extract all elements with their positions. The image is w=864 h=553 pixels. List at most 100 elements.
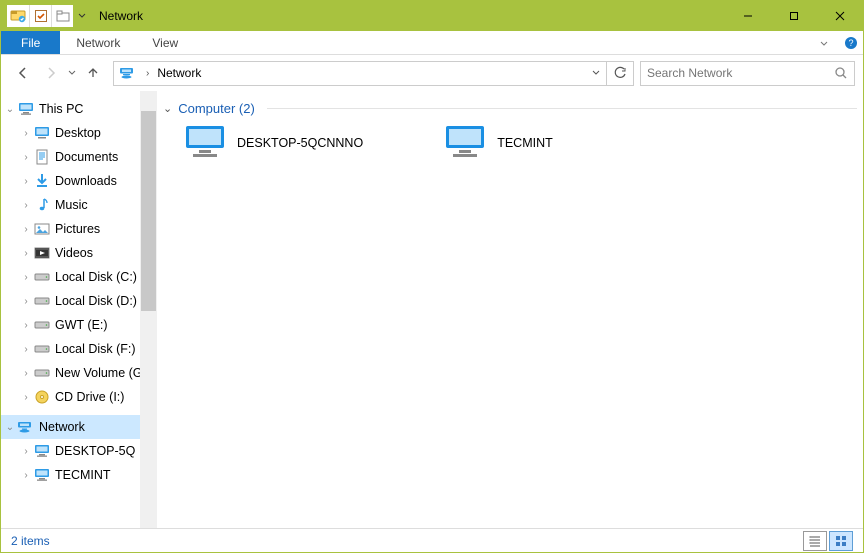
- tree-label: TECMINT: [55, 468, 111, 482]
- chevron-right-icon[interactable]: ›: [19, 200, 33, 211]
- computer-item[interactable]: DESKTOP-5QCNNNO: [183, 124, 363, 162]
- chevron-down-icon[interactable]: ⌄: [3, 422, 17, 433]
- chevron-right-icon[interactable]: ›: [19, 296, 33, 307]
- recent-locations-button[interactable]: [65, 59, 79, 87]
- group-line: [267, 108, 857, 109]
- navigation-bar: › Network: [1, 55, 863, 91]
- tree-label: Local Disk (D:): [55, 294, 137, 308]
- tree-label: Network: [39, 420, 85, 434]
- qat-customize-button[interactable]: [75, 12, 89, 20]
- disk-icon: [33, 319, 51, 331]
- chevron-right-icon[interactable]: ›: [19, 446, 33, 457]
- chevron-down-icon[interactable]: ⌄: [3, 104, 17, 115]
- scrollbar[interactable]: [140, 91, 157, 528]
- tree-item-downloads[interactable]: ›Downloads: [1, 169, 157, 193]
- minimize-button[interactable]: [725, 1, 771, 31]
- refresh-button[interactable]: [607, 61, 634, 86]
- up-button[interactable]: [79, 59, 107, 87]
- tree-label: Local Disk (F:): [55, 342, 136, 356]
- content-pane: ⌄ Computer (2) DESKTOP-5QCNNNO TECMINT: [157, 91, 863, 528]
- tree-label: Desktop: [55, 126, 101, 140]
- close-button[interactable]: [817, 1, 863, 31]
- chevron-right-icon[interactable]: ›: [19, 320, 33, 331]
- tree-item-computer[interactable]: › TECMINT: [1, 463, 157, 487]
- scrollbar-thumb[interactable]: [141, 111, 156, 311]
- chevron-right-icon[interactable]: ›: [19, 344, 33, 355]
- title-bar: Network: [1, 1, 863, 31]
- pictures-icon: [33, 222, 51, 236]
- disk-icon: [33, 343, 51, 355]
- file-menu-label: File: [21, 36, 40, 50]
- tree-item-cd-drive[interactable]: ›CD Drive (I:): [1, 385, 157, 409]
- tree-item-videos[interactable]: › Videos: [1, 241, 157, 265]
- chevron-right-icon[interactable]: ›: [19, 392, 33, 403]
- window-title: Network: [99, 9, 143, 23]
- pc-icon: [33, 444, 51, 458]
- tree-label: Pictures: [55, 222, 100, 236]
- chevron-right-icon[interactable]: ›: [19, 470, 33, 481]
- chevron-right-icon[interactable]: ›: [19, 248, 33, 259]
- address-history-button[interactable]: [586, 69, 606, 77]
- tab-network[interactable]: Network: [60, 31, 136, 54]
- videos-icon: [33, 246, 51, 260]
- ribbon-expand-button[interactable]: [809, 31, 839, 54]
- status-text: 2 items: [11, 534, 50, 548]
- app-icon[interactable]: [7, 5, 29, 27]
- computer-item[interactable]: TECMINT: [443, 124, 553, 162]
- tree-item-disk-c[interactable]: › Local Disk (C:): [1, 265, 157, 289]
- chevron-down-icon[interactable]: ⌄: [163, 102, 172, 115]
- chevron-right-icon[interactable]: ›: [19, 176, 33, 187]
- tree-item-disk-d[interactable]: › Local Disk (D:): [1, 289, 157, 313]
- details-view-button[interactable]: [803, 531, 827, 551]
- search-box[interactable]: [640, 61, 855, 86]
- tree-item-disk-g[interactable]: ›New Volume (G:): [1, 361, 157, 385]
- tree-label: DESKTOP-5QCNNNO: [55, 444, 135, 458]
- tree-item-documents[interactable]: ›Documents: [1, 145, 157, 169]
- pc-icon: [33, 468, 51, 482]
- pc-icon: [183, 124, 227, 162]
- disk-icon: [33, 367, 51, 379]
- tree-item-pictures[interactable]: › Pictures: [1, 217, 157, 241]
- group-count: 2: [243, 101, 250, 116]
- group-header-computer[interactable]: ⌄ Computer (2): [163, 101, 857, 116]
- help-button[interactable]: ?: [839, 31, 863, 54]
- disk-icon: [33, 271, 51, 283]
- tree-item-desktop[interactable]: › Desktop: [1, 121, 157, 145]
- breadcrumb-item[interactable]: Network: [153, 66, 205, 80]
- qat-properties-icon[interactable]: [29, 5, 51, 27]
- tree-item-network[interactable]: ⌄ Network: [1, 415, 157, 439]
- search-icon[interactable]: [834, 66, 848, 80]
- forward-button[interactable]: [37, 59, 65, 87]
- large-icons-view-button[interactable]: [829, 531, 853, 551]
- maximize-button[interactable]: [771, 1, 817, 31]
- documents-icon: [33, 149, 51, 165]
- chevron-right-icon[interactable]: ›: [19, 152, 33, 163]
- navigation-pane: ⌄ This PC › Desktop ›Documents ›Downloads…: [1, 91, 157, 528]
- tree-label: Videos: [55, 246, 93, 260]
- chevron-right-icon[interactable]: ›: [19, 128, 33, 139]
- address-bar[interactable]: › Network: [113, 61, 607, 86]
- disk-icon: [33, 295, 51, 307]
- qat-new-folder-icon[interactable]: [51, 5, 73, 27]
- file-menu-button[interactable]: File: [1, 31, 60, 54]
- pc-icon: [443, 124, 487, 162]
- chevron-right-icon[interactable]: ›: [19, 224, 33, 235]
- tree-label: This PC: [39, 102, 83, 116]
- tab-view[interactable]: View: [136, 31, 194, 54]
- chevron-right-icon[interactable]: ›: [19, 272, 33, 283]
- music-icon: [33, 197, 51, 213]
- network-icon: [17, 420, 35, 434]
- search-input[interactable]: [647, 66, 834, 80]
- tree-item-music[interactable]: ›Music: [1, 193, 157, 217]
- tree-label: Local Disk (C:): [55, 270, 137, 284]
- back-button[interactable]: [9, 59, 37, 87]
- address-bar-icon: [114, 65, 142, 81]
- tree-item-this-pc[interactable]: ⌄ This PC: [1, 97, 157, 121]
- chevron-right-icon[interactable]: ›: [19, 368, 33, 379]
- chevron-right-icon[interactable]: ›: [142, 68, 153, 79]
- tree-item-disk-f[interactable]: › Local Disk (F:): [1, 337, 157, 361]
- tree-item-disk-e[interactable]: ›GWT (E:): [1, 313, 157, 337]
- pc-icon: [17, 102, 35, 116]
- group-label: Computer: [178, 101, 235, 116]
- tree-item-computer[interactable]: › DESKTOP-5QCNNNO: [1, 439, 157, 463]
